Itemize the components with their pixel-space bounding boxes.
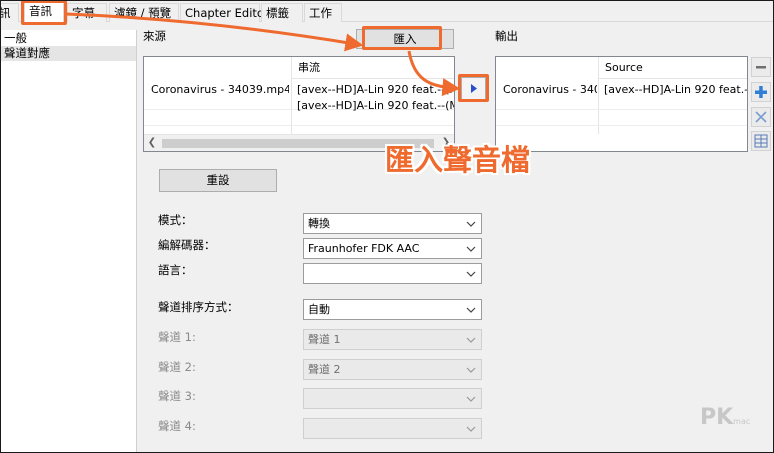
import-audio-annotation: 匯入聲音檔 <box>385 143 531 177</box>
annotation-arrows <box>65 12 461 97</box>
watermark-logo: PKmac <box>700 405 751 430</box>
